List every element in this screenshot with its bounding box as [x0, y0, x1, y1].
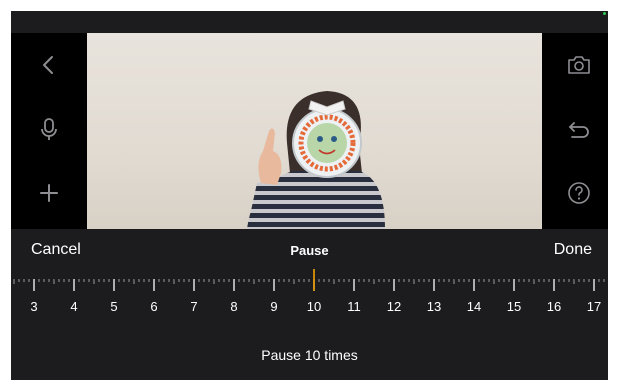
- ruler-label: 6: [150, 299, 157, 314]
- ruler-label: 16: [547, 299, 561, 314]
- app-screen: Cancel Pause Done 3 4 5 6 7 8 9 10 11 12 13 14 15 16 1…: [11, 11, 608, 380]
- camera-icon[interactable]: [565, 51, 593, 79]
- ruler-label: 17: [587, 299, 601, 314]
- ruler-label: 13: [427, 299, 441, 314]
- ruler-label: 8: [230, 299, 237, 314]
- ruler-label: 11: [347, 299, 361, 314]
- ruler-label: 14: [467, 299, 481, 314]
- ruler-scale: 3 4 5 6 7 8 9 10 11 12 13 14 15 16 17: [13, 269, 605, 314]
- ruler-label: 3: [30, 299, 37, 314]
- ruler-label: 9: [270, 299, 277, 314]
- status-text: Pause 10 times: [261, 347, 358, 363]
- value-ruler[interactable]: 3 4 5 6 7 8 9 10 11 12 13 14 15 16 17: [11, 269, 608, 333]
- chevron-left-icon[interactable]: [35, 51, 63, 79]
- ruler-label: 4: [70, 299, 77, 314]
- microphone-icon[interactable]: [35, 115, 63, 143]
- page-title: Pause: [290, 243, 329, 258]
- editor-area: [11, 33, 608, 229]
- top-bar: [11, 11, 608, 33]
- controls-panel: Cancel Pause Done 3 4 5 6 7 8 9 10 11 12 13 14 15 16 1…: [11, 229, 608, 380]
- video-preview[interactable]: [87, 33, 542, 229]
- ruler-label: 7: [190, 299, 197, 314]
- undo-icon[interactable]: [565, 115, 593, 143]
- plus-icon[interactable]: [35, 179, 63, 207]
- done-button[interactable]: Done: [554, 241, 592, 259]
- ruler-label: 5: [110, 299, 117, 314]
- recording-indicator: [603, 12, 606, 15]
- help-icon[interactable]: [565, 179, 593, 207]
- preview-image: [247, 91, 385, 229]
- ruler-label: 15: [507, 299, 521, 314]
- ruler-label: 10: [307, 299, 321, 314]
- ruler-label: 12: [387, 299, 401, 314]
